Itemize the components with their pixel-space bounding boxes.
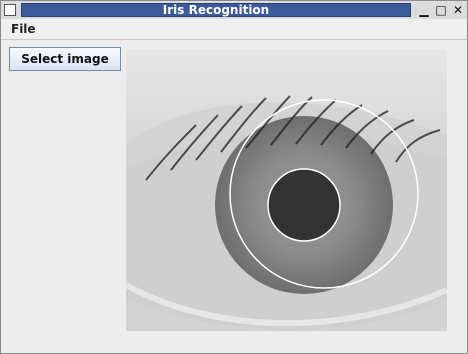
menu-file[interactable]: File <box>11 22 36 36</box>
title-bar[interactable]: Iris Recognition ▁ □ ✕ <box>1 1 467 19</box>
select-image-button[interactable]: Select image <box>9 47 121 71</box>
app-window: Iris Recognition ▁ □ ✕ File Select image <box>0 0 468 354</box>
close-icon[interactable]: ✕ <box>451 3 465 17</box>
minimize-icon[interactable]: ▁ <box>417 3 431 17</box>
window-title: Iris Recognition <box>162 3 270 17</box>
maximize-icon[interactable]: □ <box>434 3 448 17</box>
eye-image-panel <box>126 50 447 331</box>
menu-separator <box>1 39 467 40</box>
menu-bar: File <box>1 19 467 39</box>
eye-image <box>126 50 447 331</box>
window-menu-icon[interactable] <box>4 4 16 16</box>
